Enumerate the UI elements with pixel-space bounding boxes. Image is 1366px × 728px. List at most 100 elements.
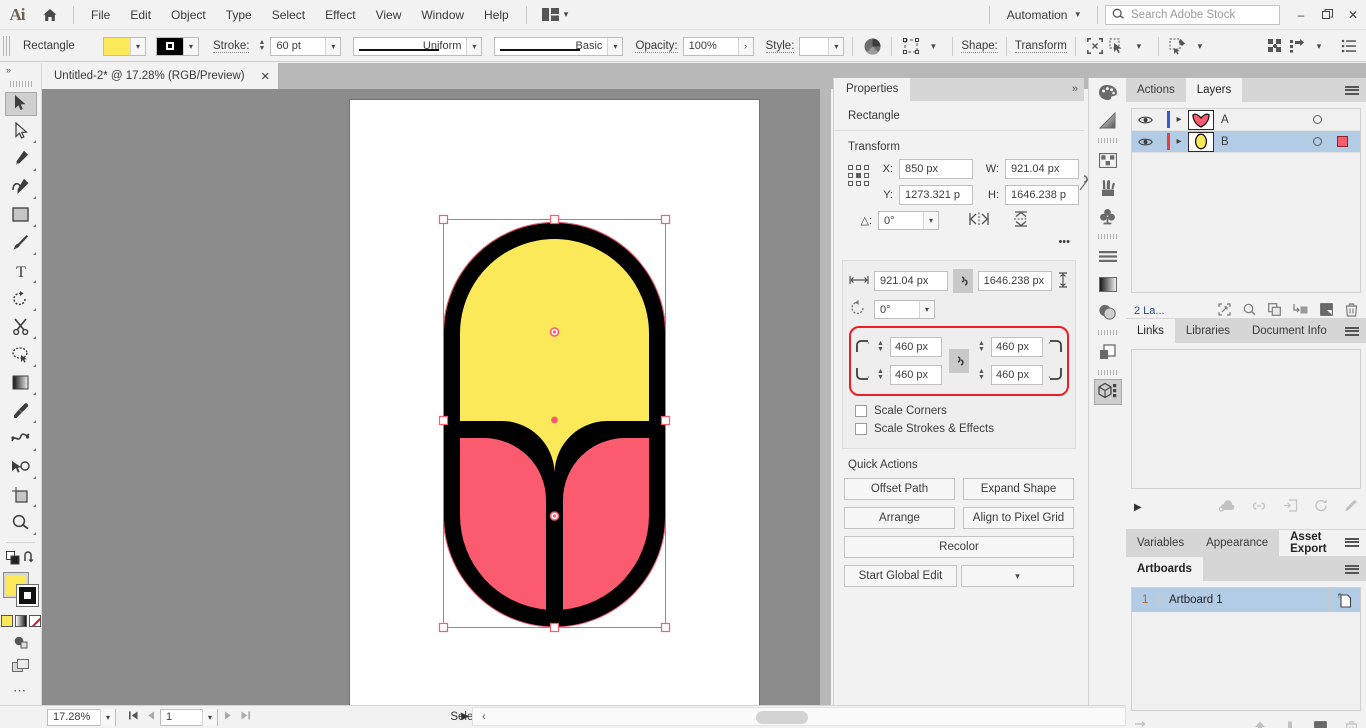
chevron-down-icon[interactable]: ▾ [923, 212, 938, 229]
expand-panel-icon[interactable]: » [1072, 78, 1078, 101]
zoom-tool[interactable] [0, 510, 41, 538]
lasso-tool[interactable] [0, 342, 41, 370]
tab-links[interactable]: Links [1126, 319, 1175, 343]
stroke-color-indicator[interactable] [16, 584, 39, 607]
menu-view[interactable]: View [366, 0, 412, 30]
stroke-label[interactable]: Stroke: [213, 40, 250, 53]
create-layer-icon[interactable] [1320, 303, 1333, 319]
layer-visibility-icon[interactable] [1132, 115, 1158, 125]
tab-appearance[interactable]: Appearance [1195, 530, 1279, 556]
layer-target-icon[interactable] [1313, 115, 1322, 124]
links-panel-menu-icon[interactable] [1345, 319, 1359, 343]
rotate-tool[interactable] [0, 286, 41, 314]
chevron-down-icon[interactable]: ▾ [325, 37, 341, 55]
horizontal-scroll-thumb[interactable] [756, 711, 808, 724]
x-input[interactable]: 850 px [899, 159, 973, 179]
canvas-vertical-scrollbar[interactable] [820, 89, 831, 705]
corner-top-right-input[interactable]: 460 px [991, 337, 1043, 357]
gradient-icon[interactable] [1089, 106, 1126, 134]
opacity-field[interactable]: 100% › [682, 36, 754, 56]
offset-path-button[interactable]: Offset Path [844, 478, 955, 500]
table-row[interactable]: ▸ B [1132, 131, 1360, 153]
recolor-artwork-icon[interactable] [861, 35, 883, 57]
artwork-svg[interactable] [350, 100, 759, 705]
expand-shape-button[interactable]: Expand Shape [963, 478, 1074, 500]
align-to-pixel-grid-button[interactable]: Align to Pixel Grid [963, 507, 1074, 529]
transform-more-options[interactable]: ••• [834, 236, 1084, 252]
edit-toolbar-icon[interactable] [1167, 35, 1189, 57]
layers-panel-menu-icon[interactable] [1345, 78, 1359, 102]
last-artboard-icon[interactable] [236, 710, 254, 724]
graphic-style-select[interactable]: ▾ [799, 36, 845, 56]
asset-export-menu-icon[interactable] [1345, 530, 1359, 554]
control-bar-grip[interactable] [3, 36, 11, 56]
shape-label[interactable]: Shape: [961, 40, 998, 53]
tab-variables[interactable]: Variables [1126, 530, 1195, 556]
tab-artboards[interactable]: Artboards [1126, 557, 1203, 581]
pen-tool[interactable] [0, 146, 41, 174]
gradient-tool[interactable] [0, 370, 41, 398]
menu-type[interactable]: Type [216, 0, 262, 30]
chevron-right-icon[interactable]: ▸ [1170, 136, 1188, 147]
flip-vertical-icon[interactable] [1013, 211, 1029, 230]
zoom-level-select[interactable]: 17.28% ▾ [47, 708, 116, 726]
eyedropper-tool[interactable] [0, 398, 41, 426]
edit-original-icon[interactable] [1344, 499, 1358, 515]
screen-mode-icon[interactable] [11, 658, 30, 676]
gradient-mode-icon[interactable] [14, 615, 27, 627]
search-adobe-stock-input[interactable]: Search Adobe Stock [1105, 4, 1280, 25]
corner-tr-stepper[interactable]: ▲ ▼ [976, 340, 987, 353]
chevron-down-icon[interactable]: ▾ [607, 37, 623, 55]
select-similar-icon[interactable] [1106, 35, 1128, 57]
stroke-color-picker[interactable]: ▾ [156, 36, 199, 56]
chevron-down-icon[interactable]: ▾ [1189, 35, 1211, 57]
layer-visibility-icon[interactable] [1132, 137, 1158, 147]
layer-name[interactable]: B [1221, 136, 1229, 148]
scale-strokes-checkbox[interactable] [855, 423, 867, 435]
menu-file[interactable]: File [81, 0, 120, 30]
swatches-icon[interactable] [1089, 146, 1126, 174]
move-up-icon[interactable] [1254, 721, 1266, 728]
tab-layers[interactable]: Layers [1185, 78, 1243, 102]
stroke-weight-stepper[interactable]: ▲ ▼ [256, 39, 267, 52]
close-icon[interactable]: ✕ [261, 70, 270, 83]
relink-icon[interactable] [1251, 501, 1267, 514]
scale-corners-checkbox[interactable] [855, 405, 867, 417]
corner-bottom-left-input[interactable]: 460 px [890, 365, 942, 385]
collapse-toolbar-button[interactable]: » [0, 63, 41, 77]
layer-target-icon[interactable] [1313, 137, 1322, 146]
stroke-weight-field[interactable]: 60 pt ▾ [270, 36, 342, 56]
chevron-down-icon[interactable]: ▾ [919, 301, 934, 318]
symbols-icon[interactable] [1089, 202, 1126, 230]
more-tools-icon[interactable]: ⋯ [13, 683, 28, 699]
corner-bottom-right-input[interactable]: 460 px [991, 365, 1043, 385]
style-label[interactable]: Style: [765, 40, 795, 53]
reference-point-selector[interactable] [848, 165, 869, 186]
menu-edit[interactable]: Edit [120, 0, 161, 30]
chevron-down-icon[interactable]: ▾ [466, 37, 482, 55]
scale-corners-row[interactable]: Scale Corners [849, 402, 1069, 420]
horizontal-scrollbar[interactable] [472, 707, 1126, 726]
corner-br-stepper[interactable]: ▲ ▼ [976, 368, 987, 381]
corner-top-right-icon[interactable] [1047, 339, 1063, 356]
artboard-navigation-field[interactable]: 1 ▾ [160, 708, 218, 726]
selection-tool[interactable] [0, 90, 41, 118]
arrange-button[interactable]: Arrange [844, 507, 955, 529]
properties-list-icon[interactable] [1338, 35, 1360, 57]
new-artboard-icon[interactable] [1314, 721, 1327, 728]
artboards-panel-menu-icon[interactable] [1345, 557, 1359, 581]
expand-links-icon[interactable]: ▶ [1134, 502, 1142, 513]
pathfinder-icon[interactable] [1089, 338, 1126, 366]
menu-window[interactable]: Window [411, 0, 474, 30]
corner-top-left-input[interactable]: 460 px [890, 337, 942, 357]
stroke-profile-select[interactable]: Uniform ▾ [353, 36, 483, 56]
angle-select[interactable]: 0° ▾ [878, 211, 939, 230]
transform-width-input[interactable]: 921.04 px [874, 271, 949, 291]
color-icon[interactable] [1089, 78, 1126, 106]
fill-swatch[interactable] [104, 37, 130, 55]
automation-menu[interactable]: Automation ▾ [997, 8, 1090, 22]
tab-actions[interactable]: Actions [1126, 78, 1186, 102]
menu-effect[interactable]: Effect [315, 0, 365, 30]
swap-fill-stroke-icon[interactable] [23, 551, 36, 567]
link-corner-radii-icon[interactable] [949, 349, 969, 373]
